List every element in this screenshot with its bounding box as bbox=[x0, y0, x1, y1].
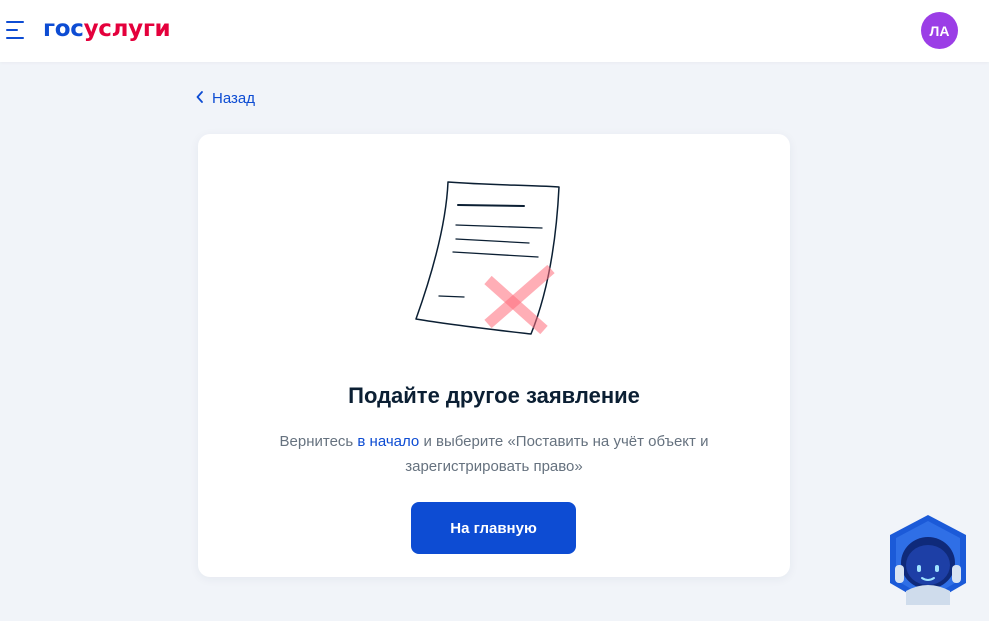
user-avatar[interactable]: ЛА bbox=[921, 12, 958, 49]
back-link-label: Назад bbox=[212, 89, 255, 107]
card-description: Вернитесь в начало и выберите «Поставить… bbox=[254, 429, 734, 479]
crossed-document-illustration bbox=[406, 177, 566, 347]
result-card: Подайте другое заявление Вернитесь в нач… bbox=[198, 134, 790, 577]
robot-assistant-icon[interactable] bbox=[884, 513, 972, 607]
avatar-initials: ЛА bbox=[929, 22, 950, 39]
back-link[interactable]: Назад bbox=[196, 88, 255, 108]
start-link[interactable]: в начало bbox=[357, 433, 419, 450]
chevron-left-icon bbox=[196, 90, 204, 107]
burger-menu-icon[interactable] bbox=[6, 20, 28, 40]
desc-text-after: и выберите «Поставить на учёт объект и з… bbox=[405, 433, 709, 475]
card-title: Подайте другое заявление bbox=[348, 383, 640, 408]
logo-part-gos: гос bbox=[43, 16, 84, 42]
top-header: госуслуги ЛА bbox=[0, 0, 989, 62]
logo-part-uslugi: услуги bbox=[83, 16, 171, 42]
home-button[interactable]: На главную bbox=[411, 502, 576, 554]
gosuslugi-logo[interactable]: госуслуги bbox=[43, 14, 171, 44]
desc-text-before: Вернитесь bbox=[279, 433, 358, 450]
